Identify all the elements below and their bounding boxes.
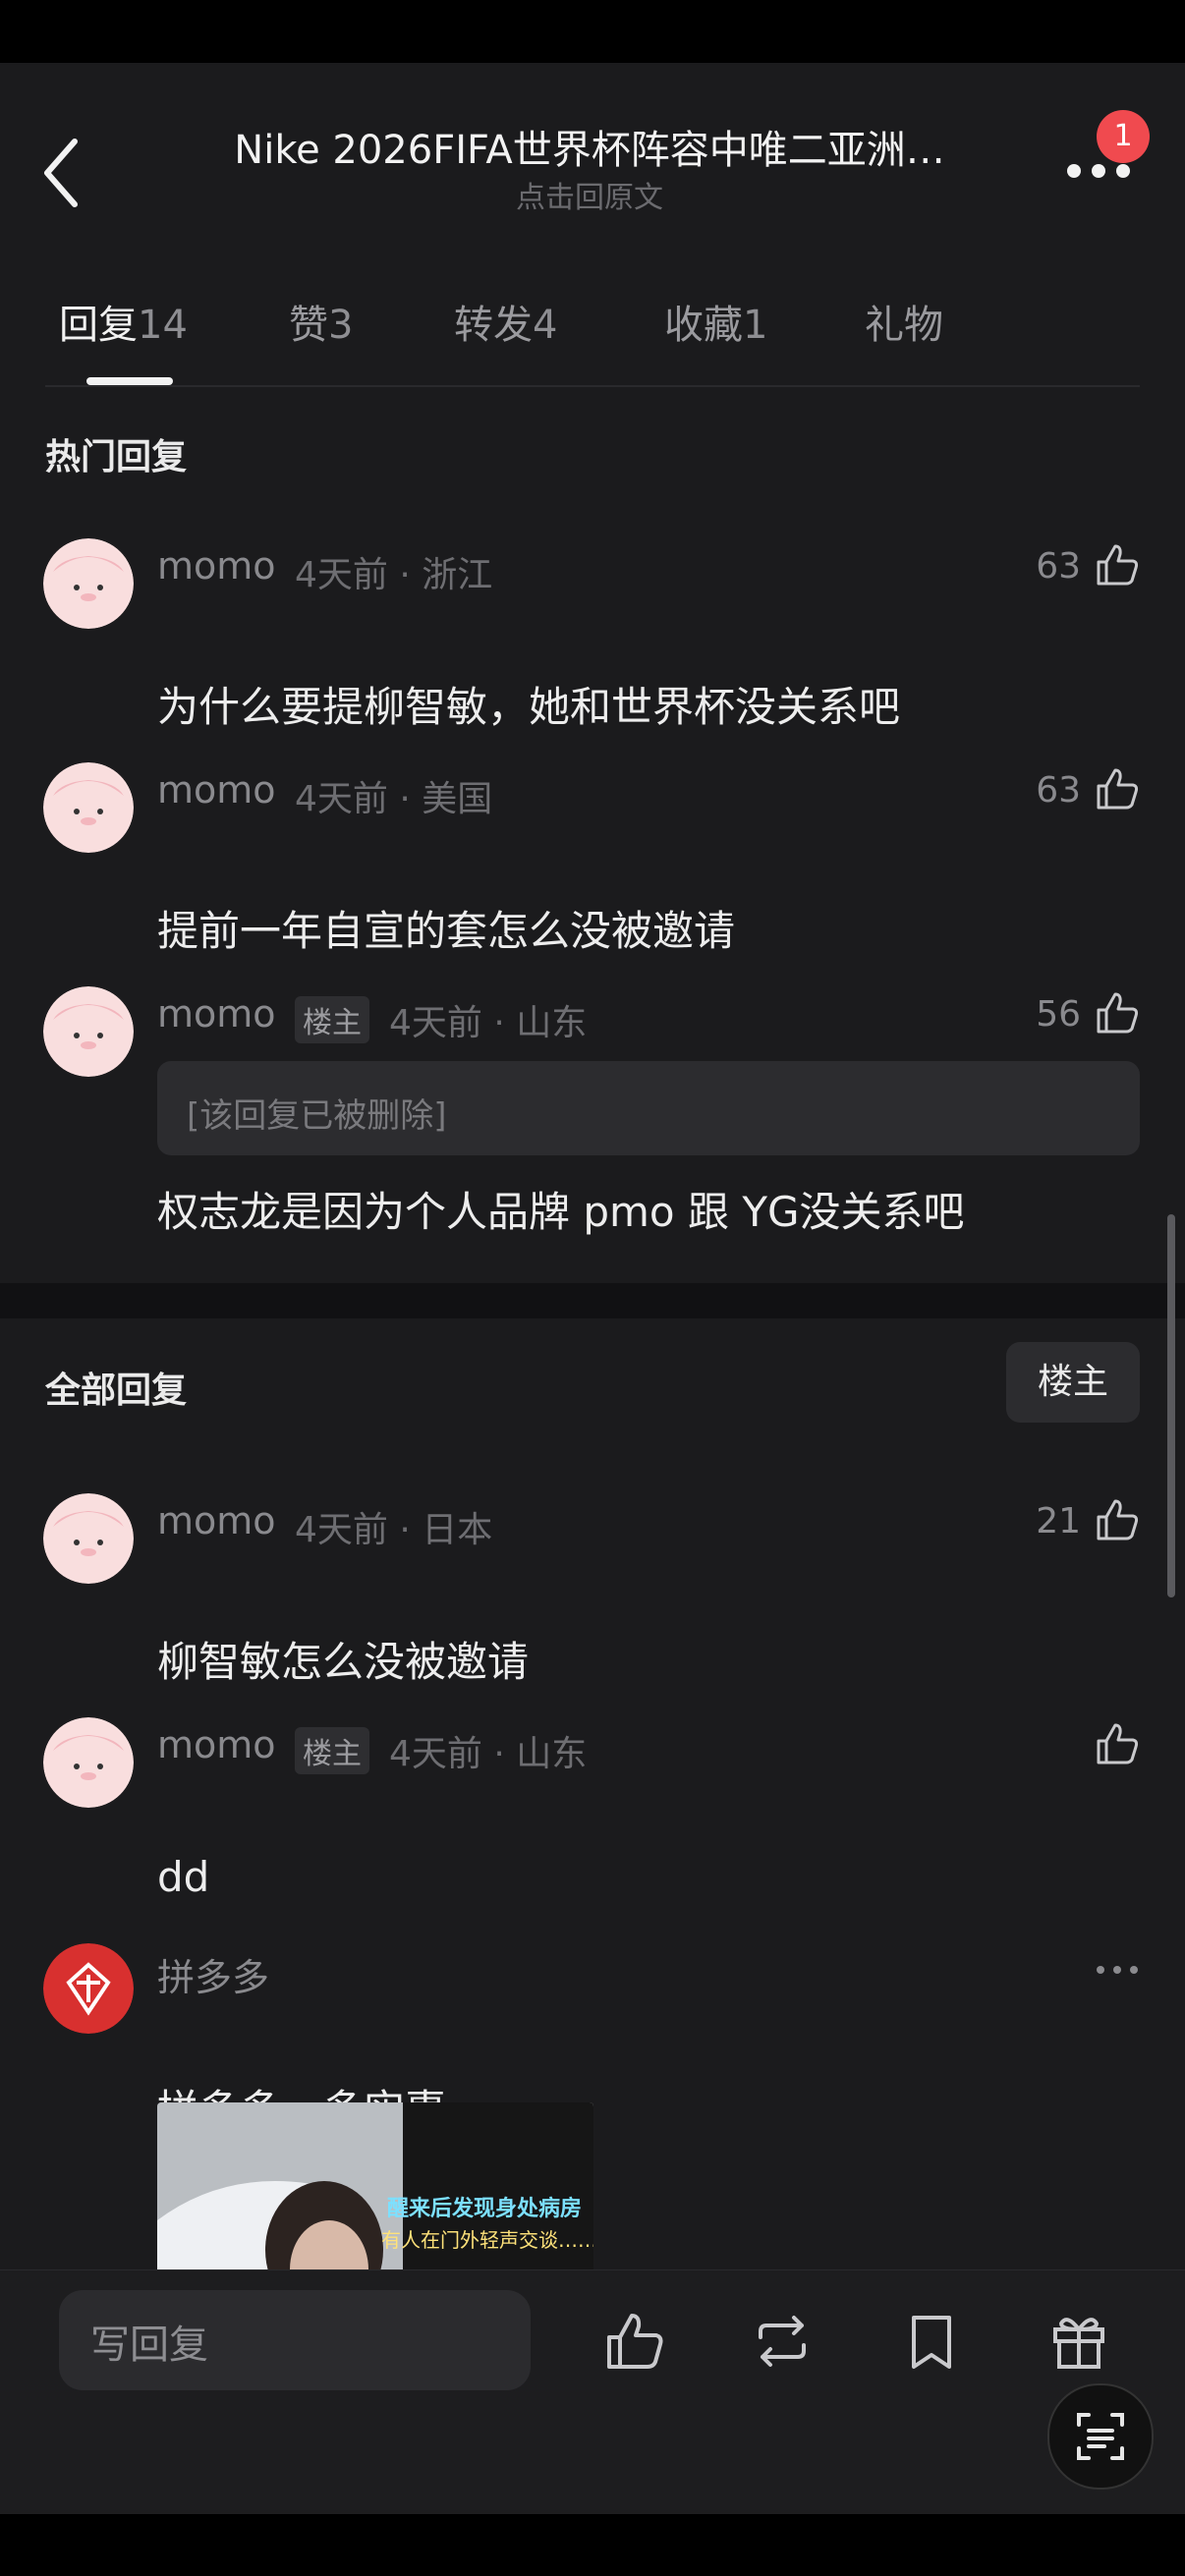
comment-avatar[interactable] [43, 538, 134, 633]
comment-avatar[interactable] [43, 762, 134, 857]
commenter-name[interactable]: momo [157, 544, 276, 588]
commenter-name[interactable]: momo [157, 992, 276, 1036]
notification-badge: 1 [1097, 110, 1150, 163]
comment-meta: 4天前 · 美国 [295, 779, 493, 819]
active-tab-indicator [86, 377, 173, 385]
op-tag: 楼主 [295, 996, 369, 1043]
tab-count: 1 [743, 303, 768, 348]
app-screen: Nike 2026FIFA世界杯阵容中唯二亚洲… 点击回原文 1 回复14 赞3… [0, 63, 1185, 2514]
comment-meta: 4天前 · 浙江 [295, 555, 493, 595]
tab-likes[interactable]: 赞3 [289, 293, 353, 350]
comment-avatar[interactable] [43, 986, 134, 1081]
thumbs-up-icon[interactable] [1095, 1497, 1140, 1542]
like-count: 63 [1036, 546, 1081, 587]
tab-label: 赞 [289, 303, 328, 348]
avatar-pig-icon [43, 762, 134, 853]
thumbs-up-icon[interactable] [1095, 990, 1140, 1036]
op-only-filter-button[interactable]: 楼主 [1006, 1342, 1140, 1423]
commenter-name[interactable]: momo [157, 768, 276, 812]
like-count: 63 [1036, 770, 1081, 811]
repost-icon[interactable] [751, 2310, 814, 2373]
pinduoduo-logo-icon [43, 1943, 134, 2034]
tab-reposts[interactable]: 转发4 [454, 293, 557, 350]
like-count: 21 [1036, 1501, 1081, 1541]
reply-input-placeholder: 写回复 [90, 2323, 208, 2368]
back-to-original-link[interactable]: 点击回原文 [147, 173, 1032, 216]
comment-text: 权志龙是因为个人品牌 pmo 跟 YG没关系吧 [157, 1188, 965, 1236]
comment-avatar[interactable] [43, 1943, 134, 2038]
tab-label: 收藏 [664, 303, 743, 348]
comment-meta: 4天前 · 日本 [295, 1510, 493, 1550]
tab-label: 转发 [454, 303, 533, 348]
comment-text: 为什么要提柳智敏，她和世界杯没关系吧 [157, 683, 901, 731]
thumbs-up-icon[interactable] [1095, 1721, 1140, 1766]
quoted-reply-text: [该回复已被删除] [187, 1096, 447, 1136]
ad-options-icon[interactable] [1095, 1963, 1140, 1977]
comment-text: dd [157, 1853, 210, 1901]
ad-caption-1: 醒来后发现身处病房 [387, 2197, 583, 2221]
tab-gifts[interactable]: 礼物 [865, 293, 943, 350]
comment-meta: 4天前 · 山东 [389, 1734, 588, 1774]
op-tag: 楼主 [295, 1727, 369, 1774]
thumbs-up-icon[interactable] [1095, 766, 1140, 812]
avatar-pig-icon [43, 1493, 134, 1584]
like-count: 56 [1036, 994, 1081, 1035]
post-title[interactable]: Nike 2026FIFA世界杯阵容中唯二亚洲… [147, 118, 1032, 175]
like-post-icon[interactable] [603, 2310, 666, 2373]
tabs-divider [45, 385, 1140, 387]
bookmark-icon[interactable] [900, 2310, 963, 2373]
commenter-name[interactable]: 拼多多 [157, 1947, 269, 2001]
avatar-pig-icon [43, 1717, 134, 1808]
comment-avatar[interactable] [43, 1493, 134, 1588]
scan-icon [1077, 2413, 1124, 2460]
ad-caption-2: 有人在门外轻声交谈…… [381, 2228, 593, 2252]
tab-label: 礼物 [865, 303, 943, 348]
all-replies-title: 全部回复 [45, 1371, 188, 1411]
tab-count: 3 [328, 303, 354, 348]
scan-text-button[interactable] [1047, 2383, 1154, 2490]
avatar-pig-icon [43, 538, 134, 629]
comment-avatar[interactable] [43, 1717, 134, 1812]
section-separator [0, 1283, 1185, 1318]
tab-count: 4 [533, 303, 558, 348]
commenter-name[interactable]: momo [157, 1499, 276, 1542]
comment-text: 柳智敏怎么没被邀请 [157, 1638, 530, 1686]
hot-replies-title: 热门回复 [45, 437, 188, 477]
back-arrow-icon[interactable] [39, 132, 86, 214]
commenter-name[interactable]: momo [157, 1723, 276, 1766]
tab-replies[interactable]: 回复14 [59, 293, 188, 350]
comment-text: 提前一年自宣的套怎么没被邀请 [157, 907, 736, 955]
avatar-pig-icon [43, 986, 134, 1077]
tab-label: 回复 [59, 303, 138, 348]
comment-meta: 4天前 · 山东 [389, 1003, 588, 1043]
scrollbar[interactable] [1167, 1214, 1175, 1597]
thumbs-up-icon[interactable] [1095, 542, 1140, 588]
gift-icon[interactable] [1047, 2310, 1110, 2373]
tab-count: 14 [138, 303, 188, 348]
tab-favorites[interactable]: 收藏1 [664, 293, 767, 350]
